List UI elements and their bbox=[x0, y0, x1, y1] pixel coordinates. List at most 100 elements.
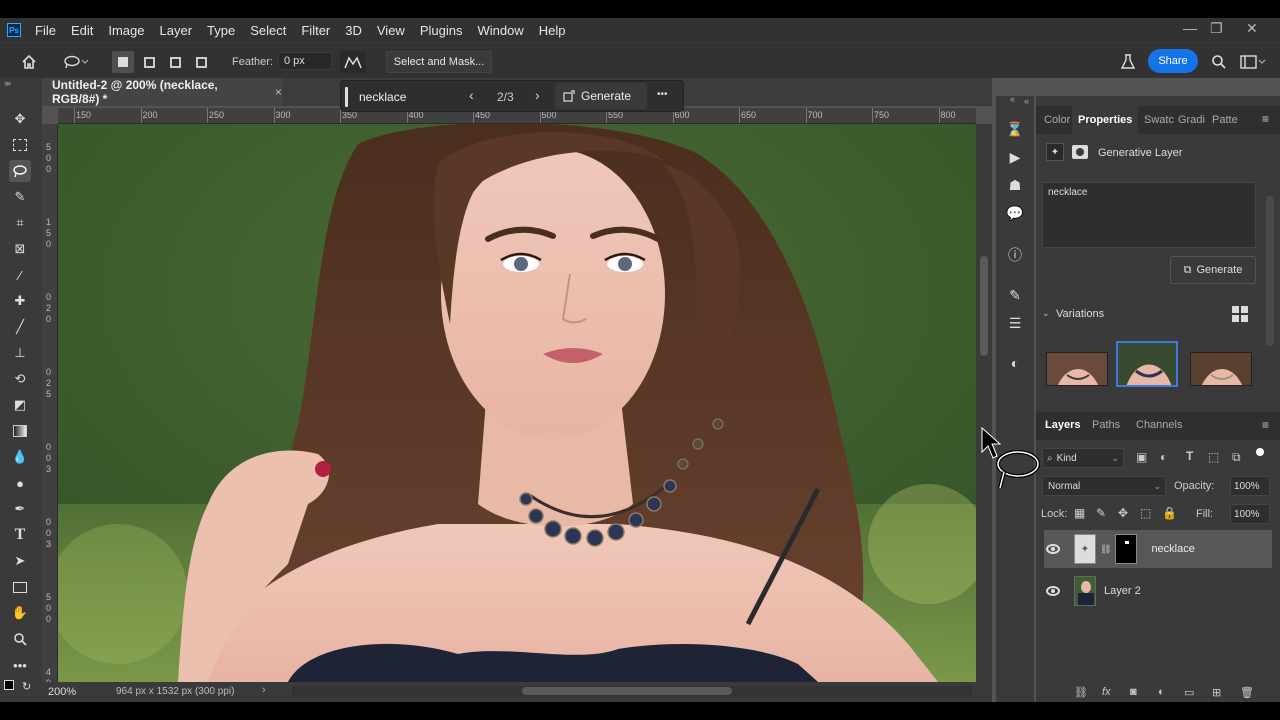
marquee-tool-icon[interactable] bbox=[9, 134, 31, 156]
close-window-icon[interactable]: ✕ bbox=[1246, 20, 1258, 37]
move-tool-icon[interactable]: ✥ bbox=[9, 108, 31, 130]
tab-layers[interactable]: Layers bbox=[1045, 419, 1080, 431]
add-mask-icon[interactable]: ◙ bbox=[1130, 686, 1137, 698]
filter-pixel-icon[interactable]: ▣ bbox=[1136, 450, 1147, 464]
lock-artboard-icon[interactable]: ⬚ bbox=[1140, 506, 1151, 520]
intersect-selection-icon[interactable] bbox=[190, 51, 212, 73]
feather-input[interactable]: 0 px bbox=[278, 52, 332, 70]
menu-window[interactable]: Window bbox=[477, 23, 523, 38]
lock-image-icon[interactable]: ✎ bbox=[1096, 506, 1106, 520]
generate-button[interactable]: Generate bbox=[555, 83, 647, 109]
brush-settings-panel-icon[interactable]: ✎ bbox=[1004, 284, 1026, 306]
brush-tool-icon[interactable]: ╱ bbox=[9, 316, 31, 338]
blur-tool-icon[interactable]: 💧 bbox=[9, 446, 31, 468]
gradient-tool-icon[interactable] bbox=[9, 420, 31, 442]
zoom-tool-icon[interactable] bbox=[9, 628, 31, 650]
prompt-text[interactable]: necklace bbox=[359, 90, 406, 104]
menu-select[interactable]: Select bbox=[250, 23, 286, 38]
adjustments-panel-icon[interactable]: ☰ bbox=[1004, 312, 1026, 334]
workspace-icon[interactable] bbox=[1238, 51, 1268, 73]
eraser-tool-icon[interactable]: ◩ bbox=[9, 394, 31, 416]
zoom-level[interactable]: 200% bbox=[48, 686, 76, 698]
lock-position-icon[interactable]: ✥ bbox=[1118, 506, 1128, 520]
history-brush-tool-icon[interactable]: ⟲ bbox=[9, 368, 31, 390]
history-panel-icon[interactable]: ⌛ bbox=[1004, 118, 1026, 140]
path-selection-tool-icon[interactable]: ➤ bbox=[9, 550, 31, 572]
fill-input[interactable]: 100% bbox=[1230, 504, 1270, 524]
collapse-strip-icon[interactable]: « bbox=[1010, 94, 1015, 104]
menu-layer[interactable]: Layer bbox=[160, 23, 193, 38]
tab-properties[interactable]: Properties bbox=[1072, 106, 1139, 134]
document-canvas[interactable] bbox=[58, 124, 976, 682]
color-adjust-panel-icon[interactable]: ◐ bbox=[1004, 352, 1026, 374]
panel-generate-button[interactable]: ⧉ Generate bbox=[1170, 256, 1256, 284]
new-selection-icon[interactable] bbox=[112, 51, 134, 73]
actions-panel-icon[interactable]: ▶ bbox=[1004, 146, 1026, 168]
collapse-left-icon[interactable]: » bbox=[4, 78, 9, 88]
info-panel-icon[interactable]: ⓘ bbox=[1004, 244, 1026, 266]
layer-row-layer-2[interactable]: Layer 2 bbox=[1044, 572, 1272, 610]
layers-panel-menu-icon[interactable]: ≡ bbox=[1262, 418, 1269, 432]
collapse-right-icon[interactable]: « bbox=[1024, 96, 1029, 106]
blend-mode-select[interactable]: Normal ⌄ bbox=[1042, 476, 1166, 496]
menu-plugins[interactable]: Plugins bbox=[420, 23, 463, 38]
visibility-eye-icon[interactable] bbox=[1046, 586, 1060, 596]
horizontal-scroll-thumb[interactable] bbox=[522, 687, 732, 695]
anti-alias-icon[interactable] bbox=[340, 51, 366, 73]
menu-image[interactable]: Image bbox=[108, 23, 144, 38]
clone-stamp-tool-icon[interactable]: ⊥ bbox=[9, 342, 31, 364]
frame-tool-icon[interactable]: ⊠ bbox=[9, 238, 31, 260]
adjustment-layer-icon[interactable]: ◐ bbox=[1158, 686, 1165, 698]
menu-file[interactable]: File bbox=[35, 23, 56, 38]
grid-view-icon[interactable] bbox=[1232, 306, 1248, 322]
dodge-tool-icon[interactable]: ● bbox=[9, 472, 31, 494]
variation-thumbnail-2[interactable] bbox=[1116, 341, 1178, 387]
foreground-color-swatch[interactable] bbox=[4, 680, 14, 690]
variations-chevron-icon[interactable]: ⌄ bbox=[1042, 308, 1050, 319]
healing-brush-tool-icon[interactable]: ✚ bbox=[9, 290, 31, 312]
lock-all-icon[interactable]: 🔒 bbox=[1162, 506, 1177, 520]
type-tool-icon[interactable]: T bbox=[9, 524, 31, 546]
restore-icon[interactable]: ❐ bbox=[1210, 20, 1223, 37]
comments-panel-icon[interactable]: 💬 bbox=[1004, 202, 1026, 224]
visibility-eye-icon[interactable] bbox=[1046, 544, 1060, 554]
tab-paths[interactable]: Paths bbox=[1092, 419, 1120, 431]
drag-handle[interactable] bbox=[345, 87, 348, 107]
menu-3d[interactable]: 3D bbox=[345, 23, 362, 38]
menu-help[interactable]: Help bbox=[539, 23, 566, 38]
document-tab[interactable]: Untitled-2 @ 200% (necklace, RGB/8#) * × bbox=[42, 78, 282, 106]
filter-kind-select[interactable]: ⌕ Kind ⌄ bbox=[1042, 448, 1124, 468]
filter-toggle-icon[interactable] bbox=[1256, 448, 1264, 456]
tab-patterns[interactable]: Patte bbox=[1212, 106, 1238, 134]
close-tab-icon[interactable]: × bbox=[275, 85, 282, 99]
document-info[interactable]: 964 px x 1532 px (300 ppi) bbox=[116, 686, 234, 697]
more-tools-icon[interactable]: ••• bbox=[9, 654, 31, 676]
subtract-selection-icon[interactable] bbox=[164, 51, 186, 73]
menu-type[interactable]: Type bbox=[207, 23, 235, 38]
vertical-scroll-thumb[interactable] bbox=[980, 256, 988, 356]
filter-type-icon[interactable]: T bbox=[1186, 449, 1193, 463]
new-layer-icon[interactable]: ⊞ bbox=[1212, 686, 1221, 699]
rectangle-tool-icon[interactable] bbox=[9, 576, 31, 598]
layer-name[interactable]: Layer 2 bbox=[1104, 585, 1141, 597]
menu-view[interactable]: View bbox=[377, 23, 405, 38]
filter-shape-icon[interactable]: ⬚ bbox=[1208, 450, 1219, 464]
more-options-icon[interactable]: ••• bbox=[657, 89, 668, 100]
filter-smart-object-icon[interactable]: ⧉ bbox=[1232, 450, 1241, 465]
crop-tool-icon[interactable]: ⌗ bbox=[9, 212, 31, 234]
quick-selection-tool-icon[interactable]: ✎ bbox=[9, 186, 31, 208]
lasso-tool-icon[interactable] bbox=[9, 160, 31, 182]
eyedropper-tool-icon[interactable]: ⁄ bbox=[9, 264, 31, 286]
variation-thumbnail-3[interactable] bbox=[1190, 352, 1252, 386]
properties-scroll-thumb[interactable] bbox=[1266, 196, 1274, 346]
lock-transparent-icon[interactable]: ▦ bbox=[1074, 506, 1085, 520]
home-icon[interactable] bbox=[18, 51, 40, 73]
layer-name[interactable]: necklace bbox=[1151, 543, 1194, 555]
next-variation-icon[interactable]: › bbox=[535, 87, 540, 103]
menu-filter[interactable]: Filter bbox=[301, 23, 330, 38]
variation-thumbnail-1[interactable] bbox=[1046, 352, 1108, 386]
add-selection-icon[interactable] bbox=[138, 51, 160, 73]
link-layers-icon[interactable]: ⛓ bbox=[1074, 686, 1088, 699]
layer-style-icon[interactable]: fx bbox=[1102, 686, 1111, 698]
prompt-textarea[interactable]: necklace bbox=[1042, 182, 1256, 248]
